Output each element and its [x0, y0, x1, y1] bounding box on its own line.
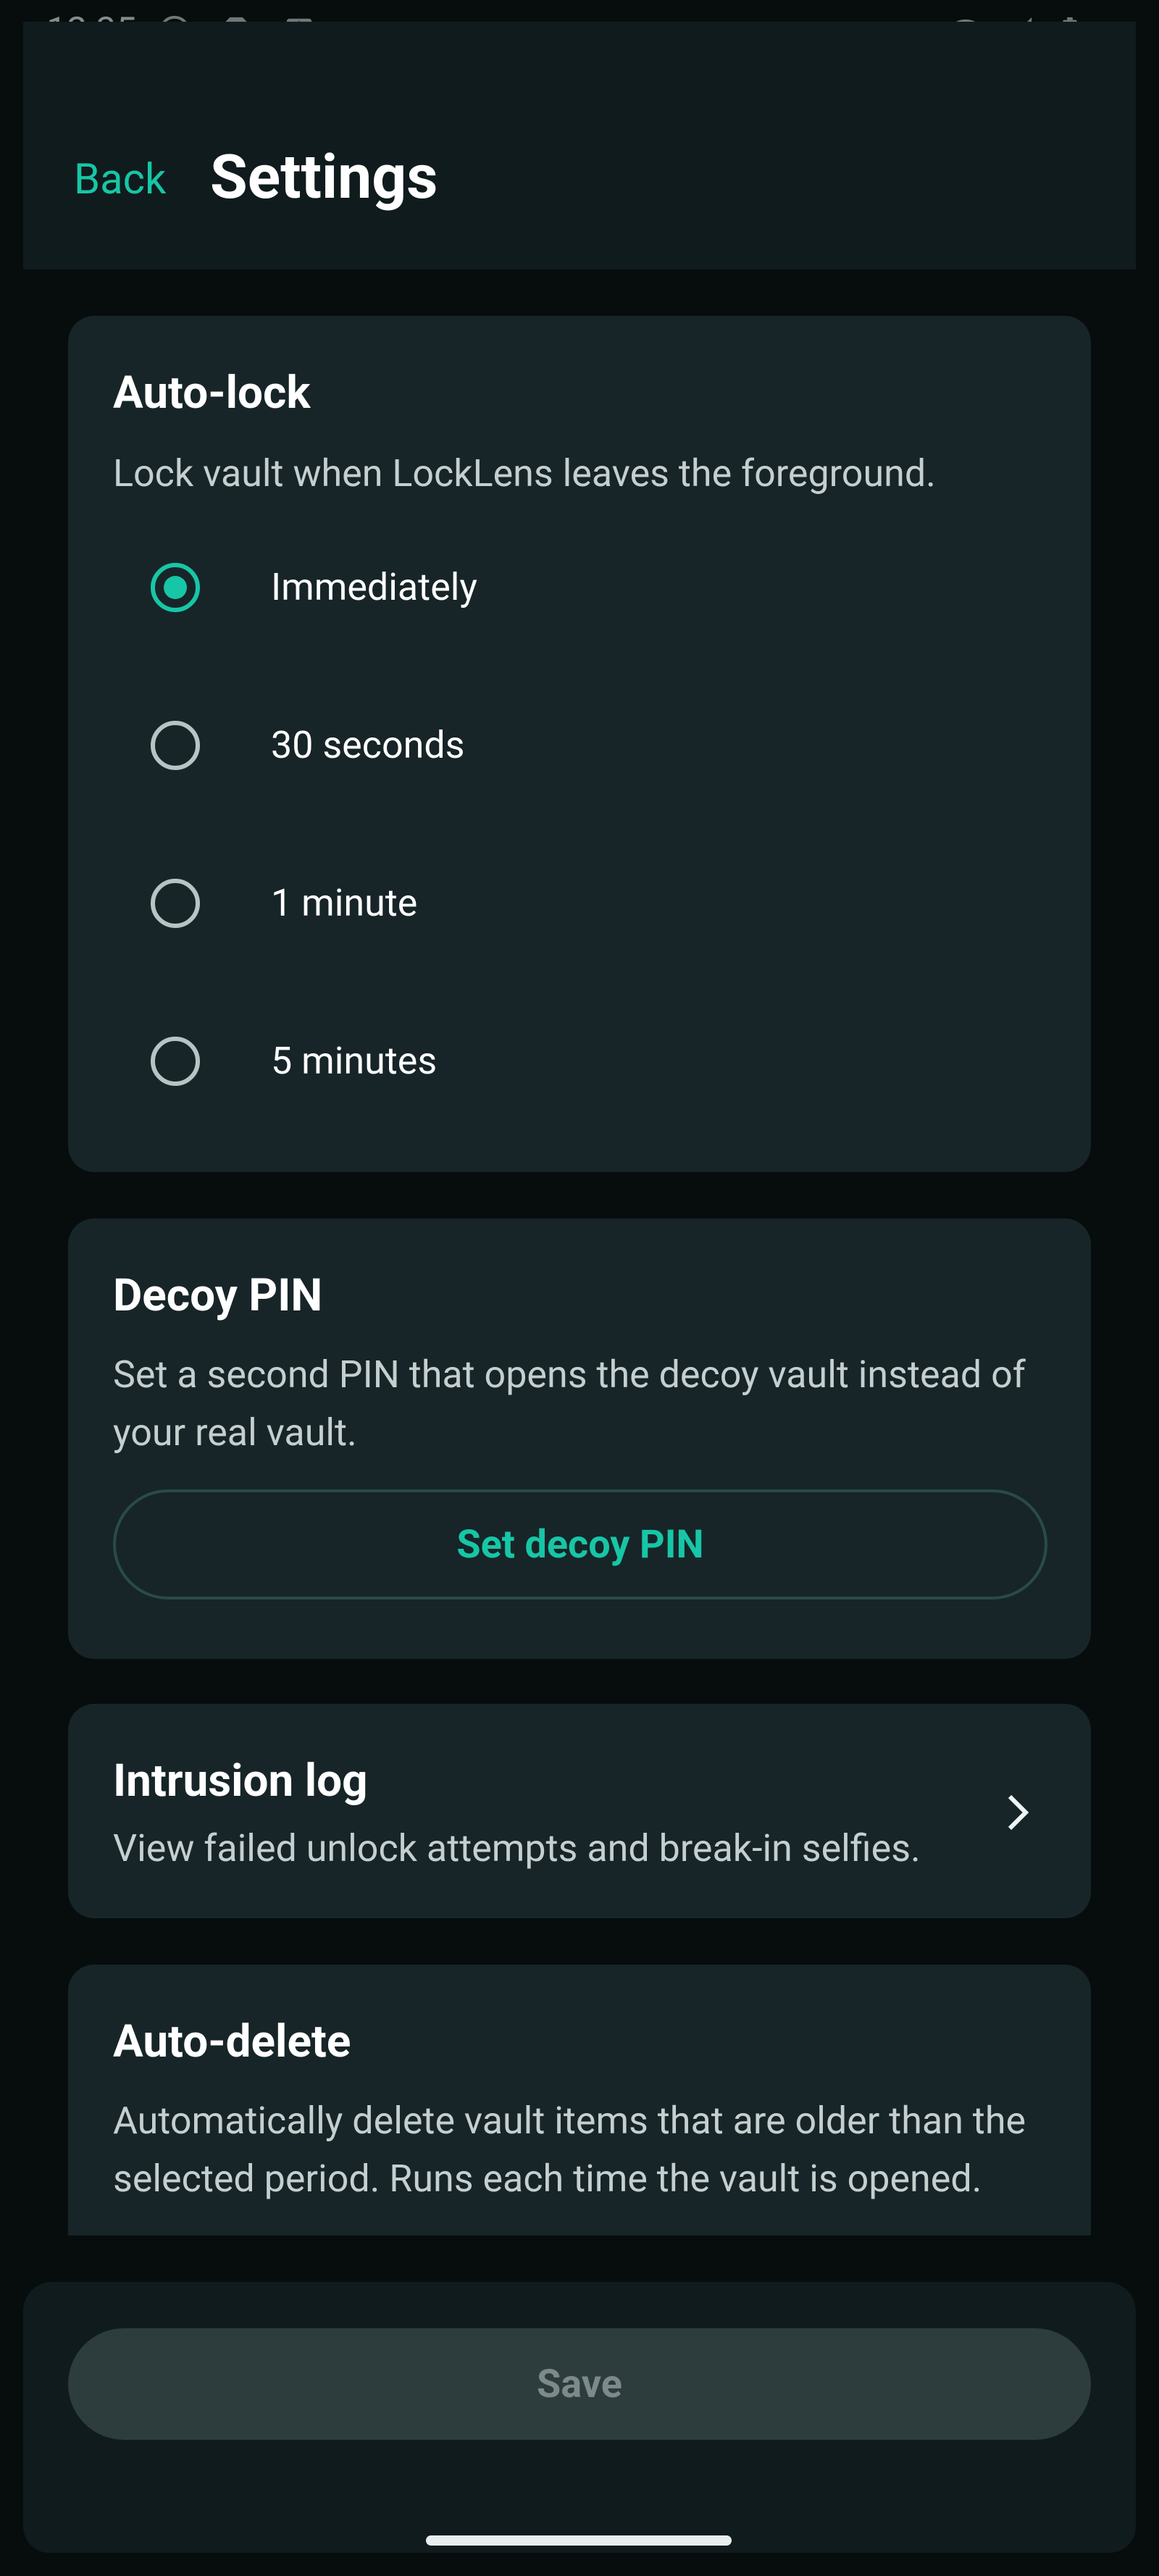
decoy-pin-card: Decoy PIN Set a second PIN that opens th…	[68, 1218, 1091, 1659]
radio-selected-icon[interactable]	[151, 563, 200, 612]
save-button[interactable]: Save	[68, 2328, 1091, 2440]
radio-label: 1 minute	[271, 881, 418, 925]
auto-delete-card: Auto-delete Automatically delete vault i…	[68, 1965, 1091, 2236]
auto-lock-option-immediately[interactable]: Immediately	[113, 538, 1047, 646]
chevron-right-icon	[1008, 1794, 1029, 1831]
set-decoy-pin-button[interactable]: Set decoy PIN	[113, 1489, 1047, 1599]
radio-unselected-icon[interactable]	[151, 879, 200, 928]
auto-lock-card: Auto-lock Lock vault when LockLens leave…	[68, 316, 1091, 1172]
radio-unselected-icon[interactable]	[151, 721, 200, 770]
auto-lock-title: Auto-lock	[113, 367, 311, 419]
app-bar: Back Settings	[23, 22, 1136, 269]
auto-delete-description: Automatically delete vault items that ar…	[113, 2099, 1026, 2201]
auto-lock-option-5-minutes[interactable]: 5 minutes	[113, 1011, 1047, 1120]
intrusion-log-card[interactable]: Intrusion log View failed unlock attempt…	[68, 1704, 1091, 1918]
radio-unselected-icon[interactable]	[151, 1037, 200, 1086]
auto-lock-option-1-minute[interactable]: 1 minute	[113, 853, 1047, 962]
home-indicator[interactable]	[426, 2535, 732, 2546]
radio-label: 5 minutes	[271, 1039, 438, 1083]
bottom-action-bar: Save	[23, 2282, 1136, 2553]
page-title: Settings	[210, 141, 438, 213]
radio-label: Immediately	[271, 565, 478, 609]
intrusion-log-description: View failed unlock attempts and break-in…	[113, 1826, 921, 1870]
decoy-pin-description: Set a second PIN that opens the decoy va…	[113, 1352, 1026, 1455]
auto-lock-option-30-seconds[interactable]: 30 seconds	[113, 695, 1047, 804]
intrusion-log-title: Intrusion log	[113, 1755, 368, 1807]
auto-delete-title: Auto-delete	[113, 2015, 351, 2068]
back-button[interactable]: Back	[74, 155, 166, 204]
auto-lock-description: Lock vault when LockLens leaves the fore…	[113, 451, 936, 495]
decoy-pin-title: Decoy PIN	[113, 1269, 323, 1322]
radio-label: 30 seconds	[271, 723, 465, 767]
